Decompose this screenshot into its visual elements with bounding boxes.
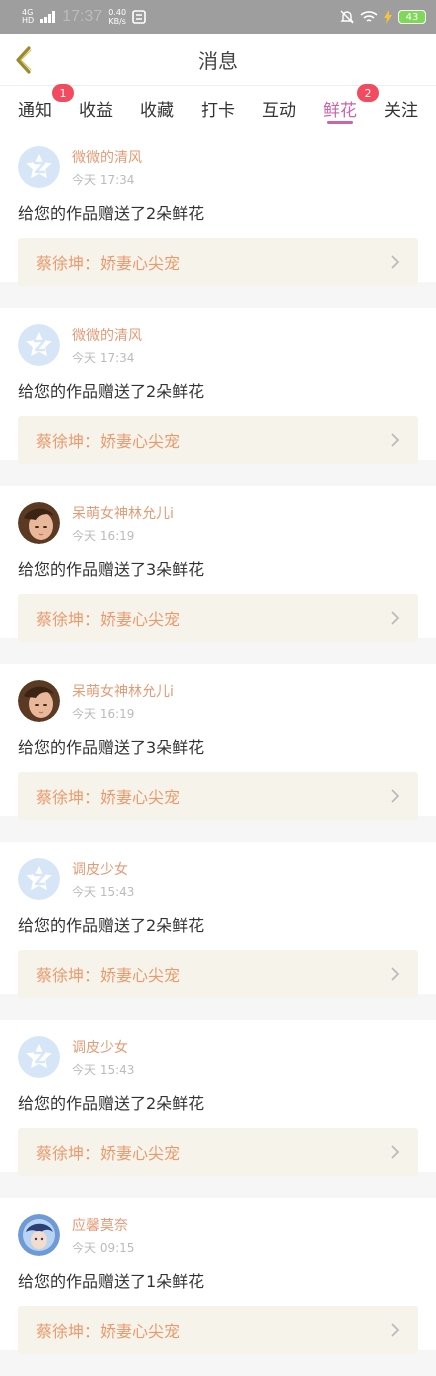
list-item[interactable]: 呆萌女神林允儿i 今天 16:19 给您的作品赠送了3朵鲜花 蔡徐坤：娇妻心尖宠 [0,486,436,642]
work-link[interactable]: 蔡徐坤：娇妻心尖宠 [18,1306,418,1354]
work-title: 蔡徐坤：娇妻心尖宠 [36,1144,181,1163]
list-item[interactable]: 调皮少女 今天 15:43 给您的作品赠送了2朵鲜花 蔡徐坤：娇妻心尖宠 [0,1020,436,1176]
unread-badge: 2 [357,84,379,102]
list-item[interactable]: 应馨莫奈 今天 09:15 给您的作品赠送了1朵鲜花 蔡徐坤：娇妻心尖宠 [0,1198,436,1354]
chevron-right-icon [391,611,400,625]
tab-label: 通知 [18,100,52,121]
work-link[interactable]: 蔡徐坤：娇妻心尖宠 [18,950,418,998]
tab-label: 收益 [79,100,113,121]
work-link[interactable]: 蔡徐坤：娇妻心尖宠 [18,416,418,464]
tab-earnings[interactable]: 收益 [79,86,113,130]
sender-name[interactable]: 呆萌女神林允儿i [72,503,174,523]
anime-avatar-icon [18,1214,60,1256]
avatar[interactable] [18,858,60,900]
work-link[interactable]: 蔡徐坤：娇妻心尖宠 [18,594,418,642]
avatar[interactable] [18,502,60,544]
chevron-right-icon [391,433,400,447]
work-title: 蔡徐坤：娇妻心尖宠 [36,610,181,629]
work-link[interactable]: 蔡徐坤：娇妻心尖宠 [18,772,418,820]
sender-name[interactable]: 调皮少女 [72,859,134,879]
message-time: 今天 17:34 [72,172,135,187]
work-link[interactable]: 蔡徐坤：娇妻心尖宠 [18,1128,418,1176]
chevron-right-icon [391,255,400,269]
photo-avatar-icon [18,680,60,722]
message-time: 今天 15:43 [72,1062,135,1077]
network-indicator: 4G HD [22,9,34,25]
chevron-right-icon [391,1145,400,1159]
tab-label: 打卡 [201,100,235,121]
notification-app-icon [132,10,146,24]
default-avatar-icon [18,146,60,188]
tab-label: 互动 [262,100,296,121]
message-text: 给您的作品赠送了2朵鲜花 [18,382,205,401]
work-link[interactable]: 蔡徐坤：娇妻心尖宠 [18,238,418,286]
default-avatar-icon [18,324,60,366]
avatar[interactable] [18,680,60,722]
tab-label: 鲜花 [323,100,357,121]
chevron-right-icon [391,1323,400,1337]
message-tabs: 通知 1 收益 收藏 打卡 互动 鲜花 2 关注 [0,84,436,130]
tab-follows[interactable]: 关注 [384,86,418,130]
wifi-icon [360,11,378,22]
chevron-right-icon [391,967,400,981]
message-time: 今天 16:19 [72,706,135,721]
message-text: 给您的作品赠送了2朵鲜花 [18,204,205,223]
work-title: 蔡徐坤：娇妻心尖宠 [36,788,181,807]
sender-name[interactable]: 应馨莫奈 [72,1215,134,1235]
flower-message-list: 微微的清风 今天 17:34 给您的作品赠送了2朵鲜花 蔡徐坤：娇妻心尖宠 微微… [0,130,436,1376]
signal-icon [40,11,56,23]
work-title: 蔡徐坤：娇妻心尖宠 [36,1322,181,1341]
tab-interactions[interactable]: 互动 [262,86,296,130]
page-title: 消息 [198,49,238,73]
tab-notifications[interactable]: 通知 1 [18,84,74,130]
battery-indicator: 43 [398,10,426,24]
avatar[interactable] [18,146,60,188]
list-item[interactable]: 调皮少女 今天 15:43 给您的作品赠送了2朵鲜花 蔡徐坤：娇妻心尖宠 [0,842,436,998]
list-item[interactable]: 微微的清风 今天 17:34 给您的作品赠送了2朵鲜花 蔡徐坤：娇妻心尖宠 [0,130,436,286]
message-text: 给您的作品赠送了1朵鲜花 [18,1272,205,1291]
tab-label: 关注 [384,100,418,121]
work-title: 蔡徐坤：娇妻心尖宠 [36,432,181,451]
network-speed: 0.40 KB/s [108,8,126,26]
message-time: 今天 16:19 [72,528,135,543]
message-text: 给您的作品赠送了2朵鲜花 [18,1094,205,1113]
message-time: 今天 09:15 [72,1240,135,1255]
list-item[interactable]: 呆萌女神林允儿i 今天 16:19 给您的作品赠送了3朵鲜花 蔡徐坤：娇妻心尖宠 [0,664,436,820]
message-text: 给您的作品赠送了3朵鲜花 [18,560,205,579]
unread-badge: 1 [52,84,74,102]
speed-unit: KB/s [108,17,126,26]
clock: 17:37 [62,8,103,25]
chevron-left-icon [16,46,32,74]
avatar[interactable] [18,1036,60,1078]
mute-icon [340,10,354,24]
tab-checkin[interactable]: 打卡 [201,86,235,130]
default-avatar-icon [18,858,60,900]
message-time: 今天 17:34 [72,350,135,365]
tab-label: 收藏 [140,100,174,121]
sender-name[interactable]: 调皮少女 [72,1037,134,1057]
status-bar: 4G HD 17:37 0.40 KB/s 43 [0,0,436,34]
avatar[interactable] [18,324,60,366]
charging-icon [384,10,392,24]
sender-name[interactable]: 微微的清风 [72,147,142,167]
app-header: 消息 [0,34,436,86]
sender-name[interactable]: 呆萌女神林允儿i [72,681,174,701]
chevron-right-icon [391,789,400,803]
sender-name[interactable]: 微微的清风 [72,325,142,345]
message-time: 今天 15:43 [72,884,135,899]
message-text: 给您的作品赠送了2朵鲜花 [18,916,205,935]
speed-value: 0.40 [108,8,127,17]
work-title: 蔡徐坤：娇妻心尖宠 [36,966,181,985]
tab-favorites[interactable]: 收藏 [140,86,174,130]
message-text: 给您的作品赠送了3朵鲜花 [18,738,205,757]
tab-flowers[interactable]: 鲜花 2 [323,84,379,130]
network-sub-label: HD [22,16,35,25]
photo-avatar-icon [18,502,60,544]
back-button[interactable] [8,44,40,76]
default-avatar-icon [18,1036,60,1078]
work-title: 蔡徐坤：娇妻心尖宠 [36,254,181,273]
avatar[interactable] [18,1214,60,1256]
list-item[interactable]: 微微的清风 今天 17:34 给您的作品赠送了2朵鲜花 蔡徐坤：娇妻心尖宠 [0,308,436,464]
